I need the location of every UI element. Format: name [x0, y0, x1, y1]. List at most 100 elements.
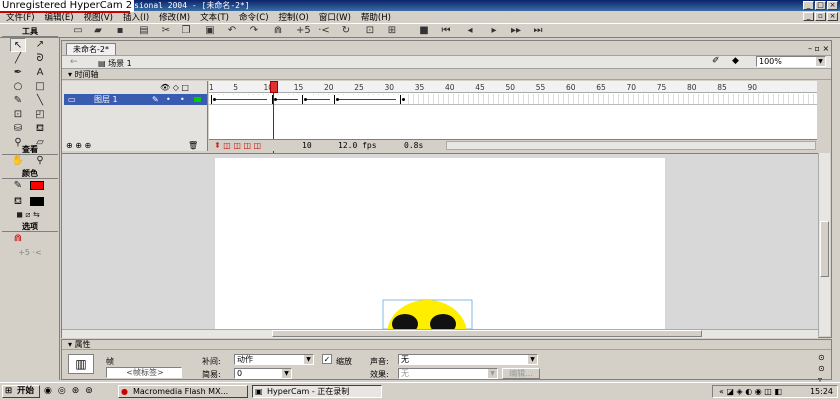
- menu-help[interactable]: 帮助(H): [361, 11, 391, 23]
- smiley-face[interactable]: [380, 298, 476, 329]
- stage-vscroll[interactable]: [818, 153, 830, 336]
- straighten-icon[interactable]: ·<: [318, 25, 330, 36]
- pencil-tool[interactable]: ✎: [10, 94, 26, 108]
- properties-header[interactable]: ▾ 属性: [62, 340, 831, 350]
- stage-hscroll[interactable]: [62, 329, 818, 338]
- zoom-select[interactable]: 100% ▼: [756, 56, 826, 67]
- add-layer-icons[interactable]: ⊕ ⊕ ⊕: [66, 141, 91, 150]
- open-folder-icon[interactable]: ▰: [92, 25, 104, 36]
- menu-view[interactable]: 视图(V): [84, 11, 113, 23]
- paint-bucket-tool[interactable]: ⛾: [32, 122, 48, 136]
- menu-file[interactable]: 文件(F): [6, 11, 35, 23]
- center-frame-icon[interactable]: ⇞ ◫ ◫ ◫ ◫: [214, 141, 261, 150]
- save-icon[interactable]: ▪: [114, 25, 126, 36]
- step-back-icon[interactable]: ◂: [464, 25, 476, 36]
- delete-layer-icon[interactable]: 🗑: [188, 141, 198, 150]
- colors-header: 颜色: [2, 169, 58, 179]
- paste-icon[interactable]: ▣: [204, 25, 216, 36]
- doc-minimize-button[interactable]: _: [803, 12, 814, 21]
- tween-span-1[interactable]: [211, 95, 271, 104]
- new-file-icon[interactable]: ▭: [72, 25, 84, 36]
- sound-select[interactable]: 无 ▼: [398, 354, 538, 365]
- menu-window[interactable]: 窗口(W): [319, 11, 351, 23]
- print-icon[interactable]: ▤: [138, 25, 150, 36]
- brush-tool[interactable]: ╲: [32, 94, 48, 108]
- tray-icons[interactable]: « ◪ ◈ ◐ ◉ ◫ ◧: [719, 386, 782, 397]
- arrow-tool[interactable]: ↖: [10, 38, 26, 52]
- timeline-header[interactable]: ▾ 时间轴: [62, 70, 831, 80]
- text-tool[interactable]: A: [32, 66, 48, 80]
- ink-bottle-tool[interactable]: ⛁: [10, 122, 26, 136]
- back-arrow-icon[interactable]: ←: [70, 57, 78, 67]
- scale-checkbox[interactable]: ✓: [322, 354, 332, 364]
- stop-icon[interactable]: ■: [418, 25, 430, 36]
- tween-select[interactable]: 动作 ▼: [234, 354, 314, 365]
- lock-dot[interactable]: •: [180, 94, 185, 105]
- layer-row[interactable]: ▭ 图层 1 ✎ • •: [64, 94, 207, 105]
- rewind-icon[interactable]: ⏮: [440, 25, 452, 36]
- redo-icon[interactable]: ↷: [248, 25, 260, 36]
- rotate-icon[interactable]: ↻: [340, 25, 352, 36]
- align-icon[interactable]: ⊞: [386, 25, 398, 36]
- taskbar-item-hypercam[interactable]: ▣ HyperCam - 正在录制: [252, 385, 382, 398]
- rectangle-tool[interactable]: □: [32, 80, 48, 94]
- subselect-tool[interactable]: ↗: [32, 38, 48, 52]
- go-to-end-icon[interactable]: ⏭: [532, 25, 544, 36]
- menu-modify[interactable]: 修改(M): [159, 11, 190, 23]
- effect-select[interactable]: 无 ▼: [398, 368, 498, 379]
- hand-tool[interactable]: ✋: [10, 154, 26, 168]
- edit-sound-button[interactable]: 编辑...: [502, 368, 540, 379]
- document-tab-controls[interactable]: – ▫ ×: [808, 44, 829, 53]
- step-forward-icon[interactable]: ▸▸: [510, 25, 522, 36]
- minimize-button[interactable]: _: [803, 1, 814, 10]
- snap-magnet-icon[interactable]: ⋒: [272, 25, 284, 36]
- doc-close-button[interactable]: ×: [827, 12, 838, 21]
- menu-text[interactable]: 文本(T): [200, 11, 229, 23]
- play-icon[interactable]: ▸: [488, 25, 500, 36]
- snap-magnet-option-icon[interactable]: ⋒: [10, 232, 26, 246]
- line-tool[interactable]: ╱: [10, 52, 26, 66]
- document-tab[interactable]: 未命名-2*: [66, 43, 116, 55]
- start-button[interactable]: ⊞ 开始: [2, 385, 40, 398]
- edit-scene-icon[interactable]: ✐: [712, 56, 720, 66]
- playhead[interactable]: [270, 81, 278, 93]
- doc-restore-button[interactable]: ▫: [815, 12, 826, 21]
- free-transform-tool[interactable]: ⊡: [10, 108, 26, 122]
- cut-icon[interactable]: ✂: [160, 25, 172, 36]
- scale-icon[interactable]: ⊡: [364, 25, 376, 36]
- menu-commands[interactable]: 命令(C): [239, 11, 269, 23]
- maximize-button[interactable]: □: [815, 1, 826, 10]
- zoom-tool[interactable]: ⚲: [32, 154, 48, 168]
- copy-icon[interactable]: ❐: [180, 25, 192, 36]
- end-keyframe[interactable]: [400, 95, 408, 104]
- taskbar-item-flash[interactable]: ● Macromedia Flash MX...: [118, 385, 248, 398]
- swap-colors-icons[interactable]: ◼ ⧄ ⇆: [10, 208, 46, 222]
- quick-launch-icons[interactable]: ◉◎⊛⊚: [44, 386, 99, 396]
- vscroll-thumb[interactable]: [820, 221, 829, 277]
- stroke-color-swatch[interactable]: [30, 181, 44, 190]
- menu-control[interactable]: 控制(O): [279, 11, 309, 23]
- timeline-hscroll[interactable]: [446, 141, 816, 150]
- close-button[interactable]: ×: [827, 1, 838, 10]
- tween-span-2[interactable]: [272, 95, 302, 104]
- smooth-icon[interactable]: +5: [296, 25, 311, 36]
- properties-side-icons[interactable]: ⊙ ⊙ ▿: [818, 352, 825, 385]
- edit-symbol-icon[interactable]: ◆: [732, 56, 739, 66]
- tween-span-3[interactable]: [302, 95, 334, 104]
- menu-edit[interactable]: 编辑(E): [45, 11, 74, 23]
- pencil-icon: ✎: [152, 95, 159, 104]
- tween-span-4[interactable]: [334, 95, 400, 104]
- frame-name-input[interactable]: <帧标签>: [106, 367, 182, 378]
- fill-transform-tool[interactable]: ◰: [32, 108, 48, 122]
- fill-color-swatch[interactable]: [30, 197, 44, 206]
- pen-tool[interactable]: ✒: [10, 66, 26, 80]
- oval-tool[interactable]: ○: [10, 80, 26, 94]
- ease-input[interactable]: 0 ▼: [234, 368, 292, 379]
- undo-icon[interactable]: ↶: [226, 25, 238, 36]
- outline-color-box[interactable]: [194, 97, 201, 102]
- menu-insert[interactable]: 插入(I): [123, 11, 149, 23]
- hscroll-thumb[interactable]: [272, 330, 702, 337]
- chevron-down-icon: ▼: [528, 355, 537, 364]
- lasso-tool[interactable]: ᘐ: [32, 52, 48, 66]
- visible-dot[interactable]: •: [166, 94, 171, 105]
